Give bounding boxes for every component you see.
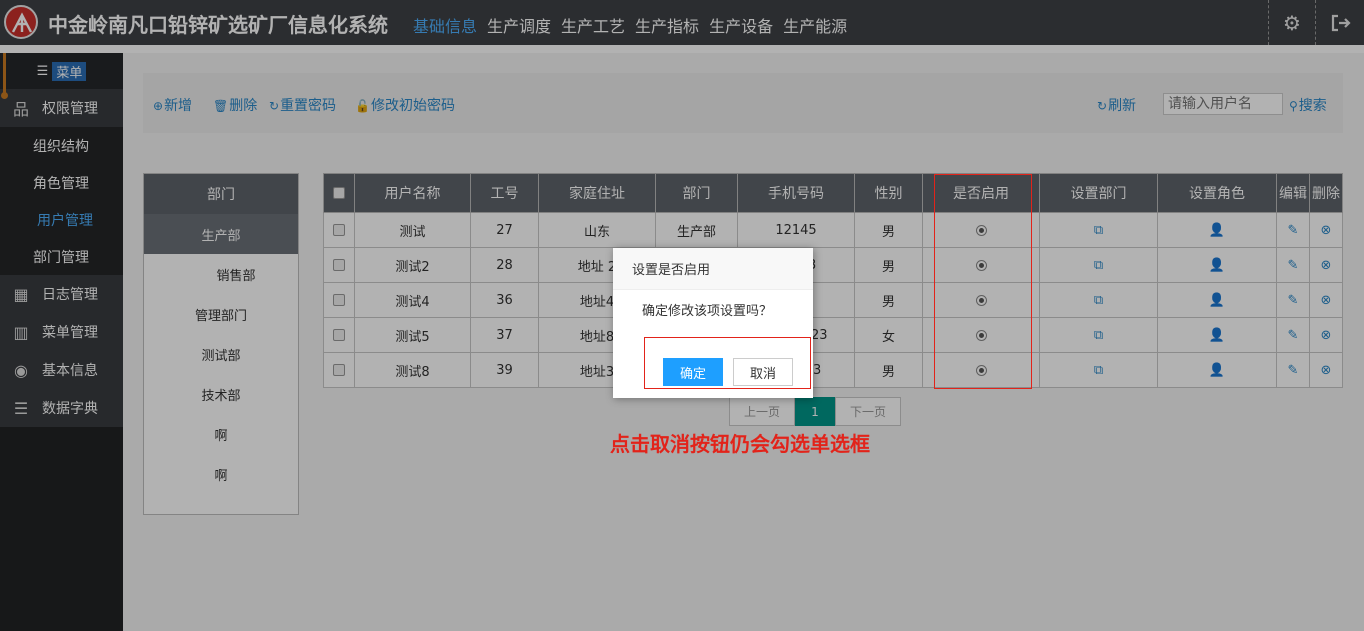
dialog-title: 设置是否启用 [613,248,813,290]
annotation-box-enabled-column [934,174,1032,389]
annotation-text: 点击取消按钮仍会勾选单选框 [610,432,870,456]
annotation-box-buttons [644,337,811,389]
dialog-message: 确定修改该项设置吗？ [642,304,773,319]
